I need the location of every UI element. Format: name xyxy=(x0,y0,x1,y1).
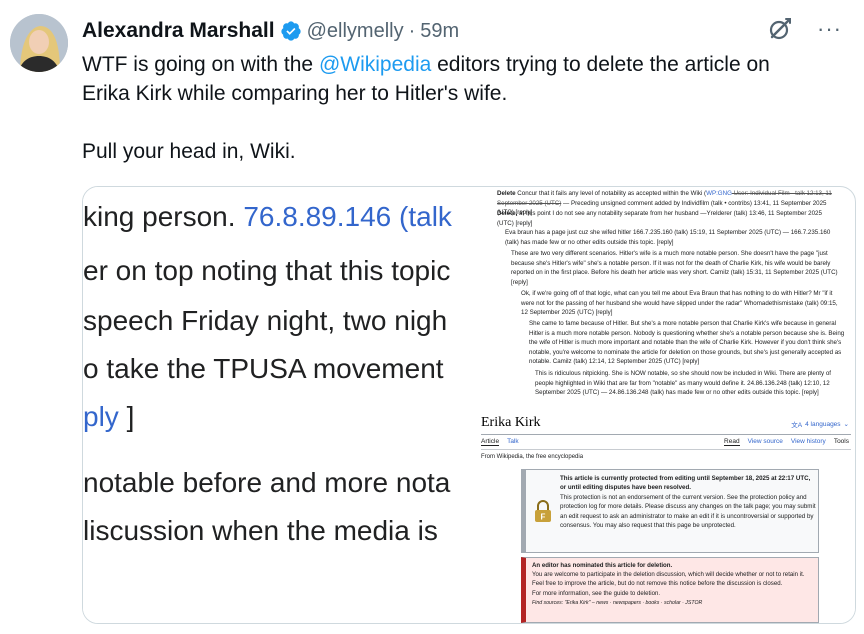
wiki-namespace-tabs: Article Talk xyxy=(481,438,519,446)
tweet-line-1-pre: WTF is going on with the xyxy=(82,53,319,76)
zoom-talk-link: (talk xyxy=(391,201,452,232)
tweet-line-1-post: editors trying to delete the article on xyxy=(431,53,770,76)
lock-icon: F xyxy=(535,500,551,522)
wiki-view-tabs: Read View source View history Tools xyxy=(724,438,849,446)
deletion-title: An editor has nominated this article for… xyxy=(532,562,673,569)
separator-dot: · xyxy=(408,19,416,42)
tab-talk: Talk xyxy=(507,438,519,445)
zoom-line-6: notable before and more nota xyxy=(83,467,451,498)
zoom-line-3: speech Friday night, two nigh xyxy=(83,305,448,336)
talk-p2-bold: Delete, xyxy=(497,210,518,217)
protection-body: This protection is not an endorsement of… xyxy=(560,493,816,530)
talk-p1-link: WP:GNG xyxy=(706,190,732,197)
svg-text:F: F xyxy=(541,513,546,522)
languages-label: 4 languages xyxy=(805,420,841,428)
tab-tools: Tools xyxy=(833,438,849,445)
wiki-article-title: Erika Kirk xyxy=(481,415,541,430)
wiki-tagline: From Wikipedia, the free encyclopedia xyxy=(481,454,584,460)
protection-text: This article is currently protected from… xyxy=(560,474,818,530)
chevron-down-icon: ⌄ xyxy=(843,421,849,428)
avatar-image xyxy=(10,14,68,72)
zoom-line-1-text: king person. xyxy=(83,201,244,232)
talk-comment-4: These are two very different scenarios. … xyxy=(511,250,838,286)
zoomed-crop-image[interactable]: king person. 76.8.89.146 (talk er on top… xyxy=(83,187,471,623)
verified-badge-icon[interactable] xyxy=(280,20,302,42)
zoom-line-4: o take the TPUSA movement xyxy=(83,353,444,384)
tab-read: Read xyxy=(724,438,740,446)
tab-view-source: View source xyxy=(747,438,783,445)
avatar[interactable] xyxy=(10,14,68,72)
tweet-text: WTF is going on with the @Wikipedia edit… xyxy=(82,50,842,166)
zoom-line-5: ply ] xyxy=(83,401,134,433)
talk-comment-5: Ok, if we're going off of that logic, wh… xyxy=(521,290,838,317)
mention-link[interactable]: @Wikipedia xyxy=(319,53,431,76)
talk-p2-text: at this point I do not see any notabilit… xyxy=(497,210,822,227)
tweet-line-1: WTF is going on with the @Wikipedia edit… xyxy=(82,50,842,79)
languages-button: 文A 4 languages ⌄ xyxy=(791,419,849,430)
protection-notice: F This article is currently protected fr… xyxy=(521,469,819,553)
talk-comment-2: Delete, at this point I do not see any n… xyxy=(497,209,837,228)
translate-icon: 文A xyxy=(791,422,803,429)
author-handle[interactable]: @ellymelly xyxy=(307,20,404,43)
tweet-header: Alexandra Marshall @ellymelly · 59m xyxy=(82,16,459,46)
talk-p1-text: Concur that it fails any level of notabi… xyxy=(515,190,707,197)
zoom-line-1: king person. 76.8.89.146 (talk xyxy=(83,201,452,233)
tab-article: Article xyxy=(481,438,500,446)
author-name[interactable]: Alexandra Marshall xyxy=(82,19,275,43)
talk-comment-3: Eva braun has a page just cuz she wifed … xyxy=(505,229,831,246)
talk-page-screenshot: Delete Concur that it fails any level of… xyxy=(491,187,855,405)
deletion-line-1: You are welcome to participate in the de… xyxy=(532,571,805,579)
deletion-line-3: For more information, see the guide to d… xyxy=(532,589,661,597)
talk-p1-bold: Delete xyxy=(497,190,516,197)
deletion-notice: An editor has nominated this article for… xyxy=(521,557,819,623)
protection-title: This article is currently protected from… xyxy=(560,475,811,492)
zoom-ip-link: 76.8.89.146 xyxy=(243,201,392,232)
more-icon[interactable]: ··· xyxy=(817,18,842,40)
grok-icon[interactable] xyxy=(767,16,793,42)
zoom-reply-link: ply xyxy=(83,401,119,432)
zoom-line-7: liscussion when the media is xyxy=(83,515,438,546)
tweet-actions: ··· xyxy=(767,16,842,42)
talk-comment-7: This is ridiculous nitpicking. She is NO… xyxy=(535,370,831,397)
find-sources: Find sources: "Erika Kirk" – news · news… xyxy=(532,599,703,606)
tab-view-history: View history xyxy=(790,438,826,445)
tweet-time[interactable]: 59m xyxy=(420,20,459,43)
wikipedia-article-screenshot: Erika Kirk 文A 4 languages ⌄ Article Talk… xyxy=(481,409,855,623)
deletion-line-2: Feel free to improve the article, but do… xyxy=(532,580,783,588)
deletion-text: An editor has nominated this article for… xyxy=(532,561,818,608)
tweet-line-2: Erika Kirk while comparing her to Hitler… xyxy=(82,82,508,105)
talk-comment-6: She came to fame because of Hitler. But … xyxy=(529,320,845,366)
tweet-line-3: Pull your head in, Wiki. xyxy=(82,140,296,163)
tweet-media[interactable]: king person. 76.8.89.146 (talk er on top… xyxy=(82,186,856,624)
zoom-line-2: er on top noting that this topic xyxy=(83,255,451,286)
zoom-bracket: ] xyxy=(118,401,135,432)
